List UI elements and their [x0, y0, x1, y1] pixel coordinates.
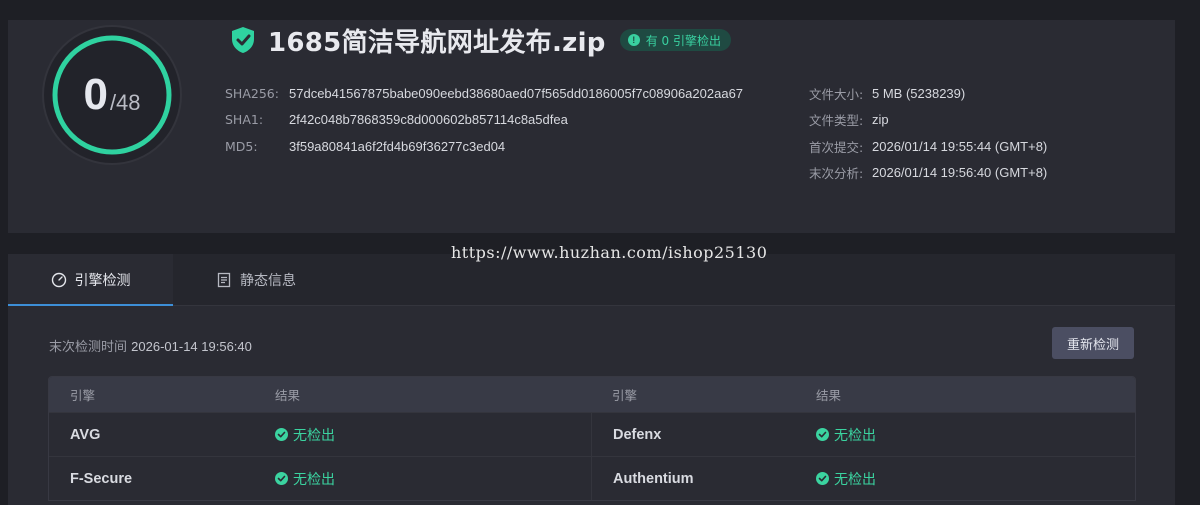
- shield-check-icon: [232, 27, 254, 53]
- hash-row-sha1: SHA1: 2f42c048b7868359c8d000602b857114c8…: [225, 107, 743, 134]
- tab-label: 静态信息: [240, 272, 296, 289]
- hash-list: SHA256: 57dceb41567875babe090eebd38680ae…: [225, 80, 743, 160]
- column-header: 结果: [275, 388, 301, 403]
- check-circle-icon: [816, 428, 829, 441]
- detection-badge: ! 有 0 引擎检出: [619, 29, 731, 51]
- active-tab-indicator: [8, 304, 173, 306]
- detection-panel: 引擎检测 静态信息 末次检测时间 2026-01-14 19:56:40 重新检…: [8, 254, 1175, 505]
- document-icon: [216, 272, 232, 288]
- engine-total: /48: [109, 90, 141, 115]
- hash-row-md5: MD5: 3f59a80841a6f2fd4b69f36277c3ed04: [225, 133, 743, 160]
- engine-result: 无检出: [275, 469, 335, 489]
- tab-label: 引擎检测: [74, 272, 131, 289]
- result-text: 无检出: [834, 471, 876, 488]
- tab-engine-detection[interactable]: 引擎检测: [8, 254, 173, 306]
- engine-name: Defenx: [613, 426, 662, 443]
- table-row: F-Secure 无检出 Authentium 无检出: [49, 456, 1135, 500]
- meta-row-last-analysis: 末次分析: 2026/01/14 19:56:40 (GMT+8): [809, 160, 1047, 187]
- hash-label: SHA1:: [225, 112, 264, 128]
- table-row: AVG 无检出 Defenx 无检出: [49, 412, 1135, 456]
- file-meta-list: 文件大小: 5 MB (5238239) 文件类型: zip 首次提交: 202…: [809, 80, 1047, 186]
- column-header: 结果: [816, 388, 842, 403]
- file-title-row: 1685简洁导航网址发布.zip ! 有 0 引擎检出: [230, 22, 731, 58]
- meta-value: zip: [872, 112, 889, 128]
- last-scan-label: 末次检测时间: [49, 340, 128, 355]
- meta-label: 首次提交:: [809, 139, 864, 155]
- hash-label: MD5:: [225, 138, 258, 154]
- check-circle-icon: [275, 472, 288, 485]
- detection-score: 0 /48: [41, 24, 183, 166]
- meta-row-type: 文件类型: zip: [809, 107, 1047, 134]
- meta-value: 2026/01/14 19:56:40 (GMT+8): [872, 165, 1048, 181]
- hash-row-sha256: SHA256: 57dceb41567875babe090eebd38680ae…: [225, 80, 743, 107]
- engine-results-table: 引擎 结果 引擎 结果 AVG 无检出 Defenx 无检出 F-Secure …: [48, 376, 1136, 501]
- meta-label: 末次分析:: [809, 166, 864, 182]
- column-header: 引擎: [612, 388, 638, 403]
- info-icon: !: [627, 34, 640, 46]
- result-text: 无检出: [293, 427, 335, 444]
- speedometer-icon: [51, 272, 67, 288]
- meta-row-size: 文件大小: 5 MB (5238239): [809, 80, 1047, 107]
- result-text: 无检出: [293, 471, 335, 488]
- meta-label: 文件大小:: [809, 86, 864, 102]
- check-circle-icon: [275, 428, 288, 441]
- last-scan-value: 2026-01-14 19:56:40: [131, 339, 252, 354]
- meta-row-first-submit: 首次提交: 2026/01/14 19:55:44 (GMT+8): [809, 133, 1047, 160]
- check-circle-icon: [816, 472, 829, 485]
- table-header: 引擎 结果 引擎 结果: [49, 377, 1135, 412]
- column-header: 引擎: [70, 388, 96, 403]
- watermark-text: https://www.huzhan.com/ishop25130: [451, 243, 768, 262]
- result-text: 无检出: [834, 427, 876, 444]
- detected-count: 0: [83, 70, 108, 119]
- engine-result: 无检出: [816, 425, 876, 445]
- meta-value: 2026/01/14 19:55:44 (GMT+8): [872, 138, 1048, 154]
- detection-badge-text: 有 0 引擎检出: [645, 33, 721, 48]
- meta-label: 文件类型:: [809, 113, 864, 129]
- engine-name: F-Secure: [70, 470, 133, 487]
- hash-label: SHA256:: [225, 85, 279, 101]
- tab-static-info[interactable]: 静态信息: [216, 254, 296, 305]
- hash-value[interactable]: 57dceb41567875babe090eebd38680aed07f565d…: [289, 86, 743, 101]
- hash-value[interactable]: 2f42c048b7868359c8d000602b857114c8a5dfea: [289, 112, 568, 127]
- engine-result: 无检出: [816, 469, 876, 489]
- engine-result: 无检出: [275, 425, 335, 445]
- meta-value: 5 MB (5238239): [872, 85, 966, 101]
- rescan-button[interactable]: 重新检测: [1052, 327, 1134, 359]
- hash-value[interactable]: 3f59a80841a6f2fd4b69f36277c3ed04: [289, 139, 505, 154]
- engine-name: Authentium: [613, 470, 694, 487]
- file-name: 1685简洁导航网址发布.zip: [268, 27, 606, 58]
- last-scan-time: 末次检测时间 2026-01-14 19:56:40: [49, 336, 252, 355]
- engine-name: AVG: [70, 426, 101, 443]
